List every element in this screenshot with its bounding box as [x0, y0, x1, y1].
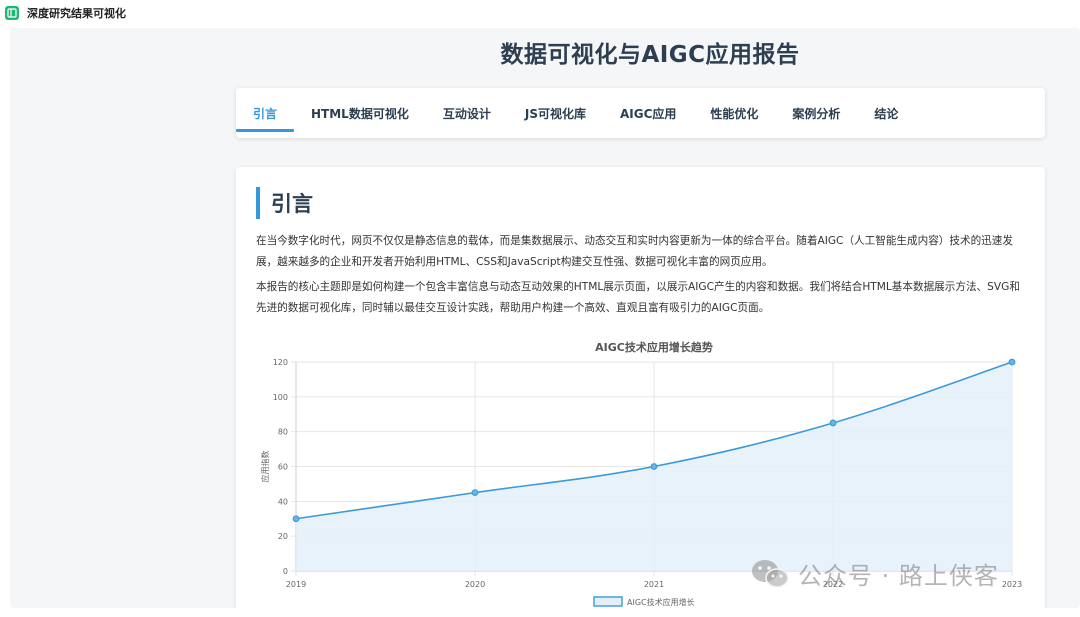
nav-tab-case-studies[interactable]: 案例分析 — [775, 88, 857, 138]
app-icon — [5, 6, 19, 20]
y-tick-label: 20 — [278, 532, 288, 541]
window-title: 深度研究结果可视化 — [27, 7, 126, 20]
data-point — [650, 463, 658, 470]
intro-paragraph-2: 本报告的核心主题即是如何构建一个包含丰富信息与动态互动效果的HTML展示页面，以… — [256, 281, 1020, 314]
nav-tab-js-libraries[interactable]: JS可视化库 — [508, 88, 603, 138]
y-tick-label: 80 — [278, 428, 288, 437]
nav-tab-html-visualization[interactable]: HTML数据可视化 — [294, 88, 426, 138]
legend-label: AIGC技术应用增长 — [627, 597, 695, 607]
x-tick-label: 2023 — [1002, 580, 1022, 589]
section-heading: 引言 — [256, 187, 313, 219]
intro-section-card: 引言 在当今数字化时代，网页不仅仅是静态信息的载体，而是集数据展示、动态交互和实… — [236, 167, 1045, 608]
x-tick-label: 2020 — [465, 580, 485, 589]
page-title: 数据可视化与AIGC应用报告 — [10, 35, 1080, 69]
page-title-text: 数据可视化与AIGC应用报告 — [500, 42, 800, 68]
page-viewport[interactable]: 数据可视化与AIGC应用报告 引言 HTML数据可视化 互动设计 JS可视化库 … — [10, 28, 1080, 608]
y-tick-label: 0 — [283, 567, 288, 576]
section-navbar: 引言 HTML数据可视化 互动设计 JS可视化库 AIGC应用 性能优化 案例分… — [236, 88, 1045, 138]
data-point — [1008, 358, 1016, 366]
data-point — [292, 515, 300, 523]
window-titlebar: 深度研究结果可视化 — [0, 0, 1080, 26]
y-axis-label: 应用指数 — [260, 451, 270, 483]
y-tick-label: 100 — [273, 393, 288, 402]
data-point — [829, 419, 837, 427]
intro-paragraph-1: 在当今数字化时代，网页不仅仅是静态信息的载体，而是集数据展示、动态交互和实时内容… — [256, 235, 1013, 268]
y-tick-label: 120 — [273, 358, 288, 367]
chart-title: AIGC技术应用增长趋势 — [595, 340, 713, 354]
data-point — [471, 489, 479, 497]
nav-tab-aigc-applications[interactable]: AIGC应用 — [603, 88, 693, 138]
x-tick-label: 2019 — [286, 580, 306, 589]
y-tick-label: 40 — [278, 497, 288, 506]
y-tick-label: 60 — [278, 463, 288, 472]
nav-tab-performance[interactable]: 性能优化 — [693, 88, 775, 138]
nav-tab-conclusion[interactable]: 结论 — [857, 88, 915, 138]
nav-tab-interaction-design[interactable]: 互动设计 — [426, 88, 508, 138]
growth-trend-chart[interactable]: AIGC技术应用增长趋势 0 20 40 60 80 100 120 2019 2020 2021 2… — [256, 338, 1036, 608]
legend-swatch — [593, 596, 623, 607]
x-tick-label: 2021 — [644, 580, 664, 589]
x-tick-label: 2022 — [823, 580, 843, 589]
nav-tab-intro[interactable]: 引言 — [236, 88, 295, 138]
